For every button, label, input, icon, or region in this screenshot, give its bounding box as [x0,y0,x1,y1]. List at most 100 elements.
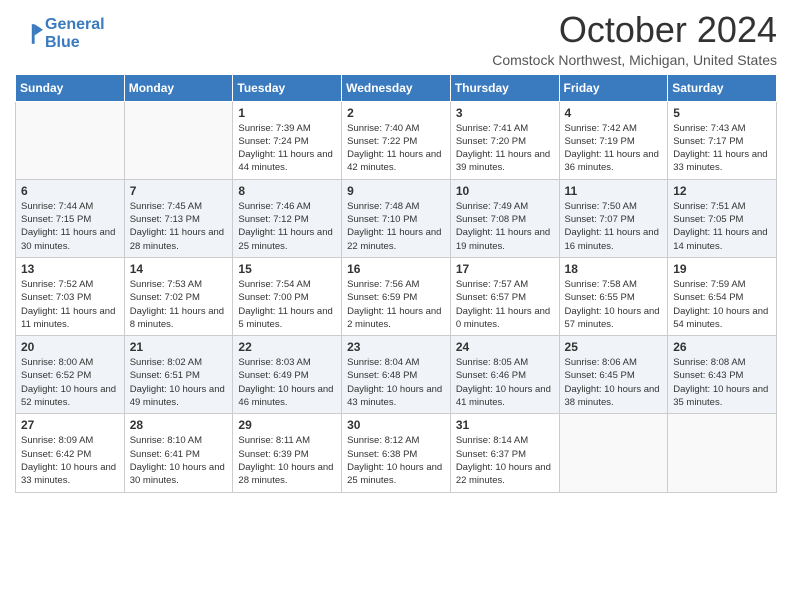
day-number: 15 [238,262,336,276]
calendar-week-row: 6 Sunrise: 7:44 AM Sunset: 7:15 PM Daylig… [16,179,777,257]
header: General Blue October 2024 Comstock North… [15,10,777,68]
table-row: 26 Sunrise: 8:08 AM Sunset: 6:43 PM Dayli… [668,336,777,414]
day-info: Sunrise: 8:03 AM Sunset: 6:49 PM Dayligh… [238,356,336,409]
day-number: 26 [673,340,771,354]
day-info: Sunrise: 8:11 AM Sunset: 6:39 PM Dayligh… [238,434,336,487]
day-info: Sunrise: 8:00 AM Sunset: 6:52 PM Dayligh… [21,356,119,409]
day-number: 2 [347,106,445,120]
day-number: 30 [347,418,445,432]
table-row: 6 Sunrise: 7:44 AM Sunset: 7:15 PM Daylig… [16,179,125,257]
table-row: 31 Sunrise: 8:14 AM Sunset: 6:37 PM Dayli… [450,414,559,492]
title-block: October 2024 Comstock Northwest, Michiga… [492,10,777,68]
day-number: 18 [565,262,663,276]
col-wednesday: Wednesday [342,74,451,101]
day-info: Sunrise: 7:46 AM Sunset: 7:12 PM Dayligh… [238,200,336,253]
day-number: 31 [456,418,554,432]
logo-icon [15,20,43,48]
table-row: 14 Sunrise: 7:53 AM Sunset: 7:02 PM Dayli… [124,257,233,335]
day-info: Sunrise: 7:40 AM Sunset: 7:22 PM Dayligh… [347,122,445,175]
day-number: 10 [456,184,554,198]
day-number: 29 [238,418,336,432]
table-row: 19 Sunrise: 7:59 AM Sunset: 6:54 PM Dayli… [668,257,777,335]
day-number: 13 [21,262,119,276]
day-number: 9 [347,184,445,198]
day-number: 11 [565,184,663,198]
table-row: 9 Sunrise: 7:48 AM Sunset: 7:10 PM Daylig… [342,179,451,257]
day-info: Sunrise: 7:41 AM Sunset: 7:20 PM Dayligh… [456,122,554,175]
day-number: 8 [238,184,336,198]
day-number: 19 [673,262,771,276]
day-info: Sunrise: 7:57 AM Sunset: 6:57 PM Dayligh… [456,278,554,331]
table-row: 13 Sunrise: 7:52 AM Sunset: 7:03 PM Dayli… [16,257,125,335]
col-saturday: Saturday [668,74,777,101]
day-info: Sunrise: 8:04 AM Sunset: 6:48 PM Dayligh… [347,356,445,409]
table-row: 12 Sunrise: 7:51 AM Sunset: 7:05 PM Dayli… [668,179,777,257]
table-row [559,414,668,492]
logo-text: General Blue [45,16,105,52]
month-title: October 2024 [492,10,777,50]
calendar-header-row: Sunday Monday Tuesday Wednesday Thursday… [16,74,777,101]
table-row: 21 Sunrise: 8:02 AM Sunset: 6:51 PM Dayli… [124,336,233,414]
day-number: 1 [238,106,336,120]
table-row: 29 Sunrise: 8:11 AM Sunset: 6:39 PM Dayli… [233,414,342,492]
table-row: 7Sunrise: 7:45 AM Sunset: 7:13 PM Daylig… [124,179,233,257]
day-info: Sunrise: 7:43 AM Sunset: 7:17 PM Dayligh… [673,122,771,175]
table-row: 30 Sunrise: 8:12 AM Sunset: 6:38 PM Dayli… [342,414,451,492]
day-info: Sunrise: 8:09 AM Sunset: 6:42 PM Dayligh… [21,434,119,487]
day-info: Sunrise: 7:42 AM Sunset: 7:19 PM Dayligh… [565,122,663,175]
day-number: 17 [456,262,554,276]
day-info: Sunrise: 8:05 AM Sunset: 6:46 PM Dayligh… [456,356,554,409]
day-info: Sunrise: 8:06 AM Sunset: 6:45 PM Dayligh… [565,356,663,409]
day-info: Sunrise: 8:12 AM Sunset: 6:38 PM Dayligh… [347,434,445,487]
subtitle: Comstock Northwest, Michigan, United Sta… [492,52,777,68]
day-info: Sunrise: 7:53 AM Sunset: 7:02 PM Dayligh… [130,278,228,331]
table-row: 10 Sunrise: 7:49 AM Sunset: 7:08 PM Dayli… [450,179,559,257]
table-row [16,101,125,179]
table-row: 24 Sunrise: 8:05 AM Sunset: 6:46 PM Dayli… [450,336,559,414]
day-info: Sunrise: 7:44 AM Sunset: 7:15 PM Dayligh… [21,200,119,253]
table-row: 23 Sunrise: 8:04 AM Sunset: 6:48 PM Dayli… [342,336,451,414]
day-info: Sunrise: 8:10 AM Sunset: 6:41 PM Dayligh… [130,434,228,487]
col-monday: Monday [124,74,233,101]
day-number: 25 [565,340,663,354]
day-number: 20 [21,340,119,354]
day-info: Sunrise: 7:51 AM Sunset: 7:05 PM Dayligh… [673,200,771,253]
table-row: 4Sunrise: 7:42 AM Sunset: 7:19 PM Daylig… [559,101,668,179]
day-number: 22 [238,340,336,354]
table-row: 11 Sunrise: 7:50 AM Sunset: 7:07 PM Dayli… [559,179,668,257]
table-row: 28 Sunrise: 8:10 AM Sunset: 6:41 PM Dayli… [124,414,233,492]
table-row: 27 Sunrise: 8:09 AM Sunset: 6:42 PM Dayli… [16,414,125,492]
day-info: Sunrise: 8:02 AM Sunset: 6:51 PM Dayligh… [130,356,228,409]
col-sunday: Sunday [16,74,125,101]
day-info: Sunrise: 7:58 AM Sunset: 6:55 PM Dayligh… [565,278,663,331]
day-number: 6 [21,184,119,198]
day-info: Sunrise: 7:59 AM Sunset: 6:54 PM Dayligh… [673,278,771,331]
day-info: Sunrise: 7:45 AM Sunset: 7:13 PM Dayligh… [130,200,228,253]
day-info: Sunrise: 7:50 AM Sunset: 7:07 PM Dayligh… [565,200,663,253]
col-thursday: Thursday [450,74,559,101]
day-number: 3 [456,106,554,120]
day-number: 14 [130,262,228,276]
table-row: 15 Sunrise: 7:54 AM Sunset: 7:00 PM Dayli… [233,257,342,335]
day-info: Sunrise: 7:49 AM Sunset: 7:08 PM Dayligh… [456,200,554,253]
day-info: Sunrise: 7:52 AM Sunset: 7:03 PM Dayligh… [21,278,119,331]
page: General Blue October 2024 Comstock North… [0,0,792,508]
calendar-week-row: 1Sunrise: 7:39 AM Sunset: 7:24 PM Daylig… [16,101,777,179]
table-row: 8 Sunrise: 7:46 AM Sunset: 7:12 PM Daylig… [233,179,342,257]
table-row: 20 Sunrise: 8:00 AM Sunset: 6:52 PM Dayli… [16,336,125,414]
day-number: 24 [456,340,554,354]
day-info: Sunrise: 7:48 AM Sunset: 7:10 PM Dayligh… [347,200,445,253]
day-info: Sunrise: 8:08 AM Sunset: 6:43 PM Dayligh… [673,356,771,409]
day-info: Sunrise: 8:14 AM Sunset: 6:37 PM Dayligh… [456,434,554,487]
day-number: 12 [673,184,771,198]
table-row: 1Sunrise: 7:39 AM Sunset: 7:24 PM Daylig… [233,101,342,179]
day-number: 27 [21,418,119,432]
day-number: 21 [130,340,228,354]
logo: General Blue [15,16,105,52]
table-row: 22 Sunrise: 8:03 AM Sunset: 6:49 PM Dayli… [233,336,342,414]
calendar: Sunday Monday Tuesday Wednesday Thursday… [15,74,777,493]
day-info: Sunrise: 7:54 AM Sunset: 7:00 PM Dayligh… [238,278,336,331]
day-number: 28 [130,418,228,432]
day-number: 23 [347,340,445,354]
table-row: 25 Sunrise: 8:06 AM Sunset: 6:45 PM Dayli… [559,336,668,414]
